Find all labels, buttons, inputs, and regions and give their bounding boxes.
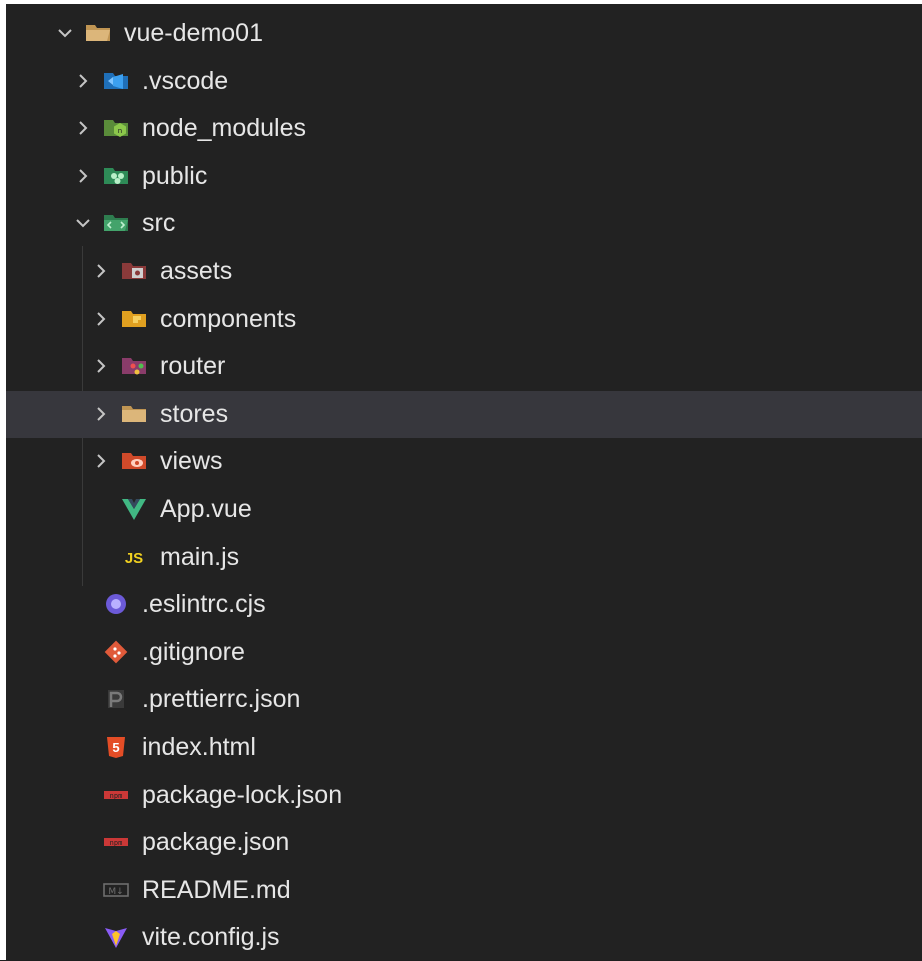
tree-item-label: vite.config.js [142,923,280,952]
tree-item-label: .prettierrc.json [142,685,301,714]
tree-item-label: index.html [142,733,256,761]
tree-item-label: assets [160,257,233,285]
svg-text:npm: npm [110,839,123,847]
svg-text:n: n [118,127,122,135]
tree-folder-vue-demo01[interactable]: vue-demo01 [6,10,922,57]
tree-folder-public[interactable]: public [6,153,922,200]
tree-file-package-json[interactable]: npm package.json [6,819,922,866]
tree-file-prettierrc-json[interactable]: .prettierrc.json [6,676,922,723]
tree-item-label: README.md [142,875,291,904]
tree-item-label: node_modules [142,114,307,143]
npm-icon: npm [102,830,130,854]
tree-file-readme-md[interactable]: M↓ README.md [6,867,922,914]
tree-folder-node-modules[interactable]: n node_modules [6,105,922,152]
tree-item-label: App.vue [160,495,252,523]
tree-folder-components[interactable]: components [6,296,922,343]
tree-item-label: main.js [160,542,240,571]
git-icon [102,640,130,664]
chevron-right-icon[interactable] [92,405,110,423]
tree-item-label: .vscode [142,66,229,95]
tree-item-label: public [142,161,208,190]
vite-icon [102,925,130,949]
prettier-icon [102,687,130,711]
tree-folder-router[interactable]: router [6,343,922,390]
chevron-right-icon[interactable] [92,310,110,328]
chevron-down-icon[interactable] [56,24,74,42]
chevron-right-icon[interactable] [92,262,110,280]
tree-folder-src[interactable]: src [6,200,922,247]
tree-item-label: package.json [142,828,290,857]
html5-icon: 5 [102,735,130,759]
tree-folder-views[interactable]: views [6,438,922,485]
tree-item-label: stores [160,399,229,428]
chevron-right-icon[interactable] [92,357,110,375]
tree-item-label: router [160,352,226,381]
javascript-icon: JS [120,545,148,569]
chevron-down-icon[interactable] [74,214,92,232]
tree-file-app-vue[interactable]: App.vue [6,486,922,533]
eslint-icon [102,592,130,616]
public-folder-icon [102,164,130,188]
tree-folder-vscode[interactable]: .vscode [6,58,922,105]
tree-folder-stores[interactable]: stores [6,390,922,438]
vue-icon [120,497,148,521]
tree-item-label: .gitignore [142,637,245,666]
markdown-icon: M↓ [102,878,130,902]
folder-open-icon [84,21,112,45]
tree-file-index-html[interactable]: 5 index.html [6,724,922,771]
vscode-folder-icon [102,69,130,93]
tree-item-label: package-lock.json [142,780,343,809]
svg-text:M↓: M↓ [108,887,123,897]
tree-file-package-lock-json[interactable]: npm package-lock.json [6,772,922,819]
svg-text:npm: npm [110,792,123,800]
svg-text:5: 5 [112,740,119,755]
svg-text:JS: JS [125,550,143,567]
tree-file-main-js[interactable]: JS main.js [6,534,922,581]
tree-item-label: vue-demo01 [124,19,263,47]
node-folder-icon: n [102,116,130,140]
chevron-right-icon[interactable] [92,452,110,470]
views-folder-icon [120,449,148,473]
tree-item-label: src [142,209,176,238]
src-folder-icon [102,211,130,235]
chevron-right-icon[interactable] [74,119,92,137]
chevron-right-icon[interactable] [74,72,92,90]
tree-item-label: views [160,447,223,476]
tree-item-label: components [160,304,297,333]
router-folder-icon [120,354,148,378]
tree-file-vite-config-js[interactable]: vite.config.js [6,914,922,961]
tree-folder-assets[interactable]: assets [6,248,922,295]
npm-icon: npm [102,783,130,807]
folder-icon [120,402,148,426]
tree-item-label: .eslintrc.cjs [142,590,266,619]
tree-file-gitignore[interactable]: .gitignore [6,629,922,676]
top-border [0,0,922,4]
components-folder-icon [120,307,148,331]
assets-folder-icon [120,259,148,283]
tree-file-eslintrc-cjs[interactable]: .eslintrc.cjs [6,581,922,628]
chevron-right-icon[interactable] [74,167,92,185]
